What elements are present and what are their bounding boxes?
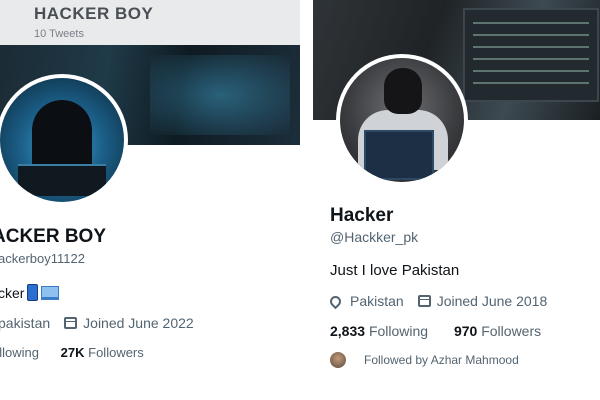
profile-follow-stats: 2,833 Following 970 Followers bbox=[330, 323, 541, 339]
followers-link[interactable]: 970 Followers bbox=[454, 323, 541, 339]
profile-bio: cker bbox=[0, 284, 60, 301]
followed-by-row[interactable]: Followed by Azhar Mahmood bbox=[330, 352, 519, 368]
profile-bio: Just I love Pakistan bbox=[330, 262, 460, 279]
bio-text: cker bbox=[0, 284, 25, 301]
followers-link[interactable]: 27K Followers bbox=[61, 345, 144, 360]
profile-display-name: Hacker bbox=[330, 205, 394, 226]
followers-count: 970 bbox=[453, 323, 478, 339]
profile-handle: ackerboy11122 bbox=[0, 251, 85, 266]
panel-divider bbox=[300, 0, 313, 400]
profile-follow-stats: ollowing 27K Followers bbox=[0, 345, 144, 360]
mobile-phone-icon bbox=[27, 284, 39, 301]
profile-handle: @Hackker_pk bbox=[330, 229, 419, 245]
location-pin-icon bbox=[327, 293, 344, 309]
header-profile-name: HACKER BOY bbox=[34, 4, 154, 23]
profile-header-bar: HACKER BOY 10 Tweets bbox=[0, 0, 300, 45]
following-count: 2,833 bbox=[330, 323, 366, 339]
calendar-icon bbox=[64, 317, 78, 329]
followers-label: Followers bbox=[481, 323, 542, 339]
followed-by-text: Followed by Azhar Mahmood bbox=[364, 353, 519, 367]
right-profile-screenshot: Hacker @Hackker_pk Just I love Pakistan … bbox=[313, 0, 600, 372]
tweet-count: 10 Tweets bbox=[34, 28, 84, 40]
profile-meta: pakistan Joined June 2022 bbox=[0, 315, 194, 331]
left-profile-screenshot: HACKER BOY 10 Tweets ACKER BOY ackerboy1… bbox=[0, 0, 300, 372]
following-link[interactable]: ollowing bbox=[0, 345, 39, 360]
profile-location: pakistan bbox=[0, 315, 51, 331]
profile-meta: Pakistan Joined June 2018 bbox=[327, 293, 548, 309]
profile-location: Pakistan bbox=[350, 293, 404, 309]
profile-join-date: Joined June 2018 bbox=[436, 293, 548, 309]
followers-count: 27K bbox=[60, 345, 85, 360]
profile-avatar[interactable] bbox=[0, 74, 128, 206]
profile-avatar[interactable] bbox=[336, 54, 468, 186]
profile-join-date: Joined June 2022 bbox=[83, 315, 194, 331]
profile-display-name: ACKER BOY bbox=[0, 226, 107, 247]
following-label: Following bbox=[368, 323, 429, 339]
laptop-icon bbox=[41, 285, 60, 300]
calendar-icon bbox=[417, 295, 431, 307]
follower-avatar bbox=[330, 352, 346, 368]
followers-label: Followers bbox=[88, 345, 144, 360]
following-link[interactable]: 2,833 Following bbox=[330, 323, 428, 339]
following-label: ollowing bbox=[0, 345, 39, 360]
